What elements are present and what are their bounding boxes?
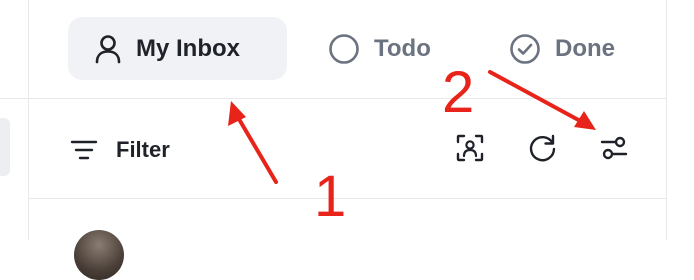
tab-label: My Inbox: [136, 34, 241, 62]
divider: [666, 0, 667, 240]
filter-lines-icon: [70, 139, 98, 161]
refresh-button[interactable]: [523, 130, 563, 170]
annotation-label-1: 1: [314, 164, 347, 229]
check-circle-icon: [509, 33, 541, 65]
annotation-arrow-1: [228, 101, 278, 184]
user-icon: [94, 34, 122, 64]
tab-done[interactable]: Done: [509, 17, 649, 80]
refresh-icon: [527, 132, 559, 169]
divider: [28, 98, 666, 99]
tab-label: Done: [555, 34, 615, 62]
display-settings-button[interactable]: [594, 130, 634, 170]
scan-user-button[interactable]: [450, 130, 490, 170]
tab-label: Todo: [374, 34, 431, 62]
avatar: [74, 230, 124, 280]
divider: [28, 0, 29, 240]
tab-my-inbox[interactable]: My Inbox: [68, 17, 287, 80]
sliders-settings-icon: [599, 134, 629, 167]
divider: [0, 98, 28, 99]
divider: [28, 198, 666, 199]
scan-user-icon: [455, 133, 485, 168]
filter-button[interactable]: Filter: [70, 130, 170, 170]
circle-icon: [328, 33, 360, 65]
annotation-label-2: 2: [442, 60, 475, 125]
filter-label: Filter: [116, 137, 170, 162]
tab-todo[interactable]: Todo: [328, 17, 458, 80]
left-panel-scroll-indicator[interactable]: [0, 118, 10, 176]
annotation-arrow-2: [488, 70, 596, 130]
